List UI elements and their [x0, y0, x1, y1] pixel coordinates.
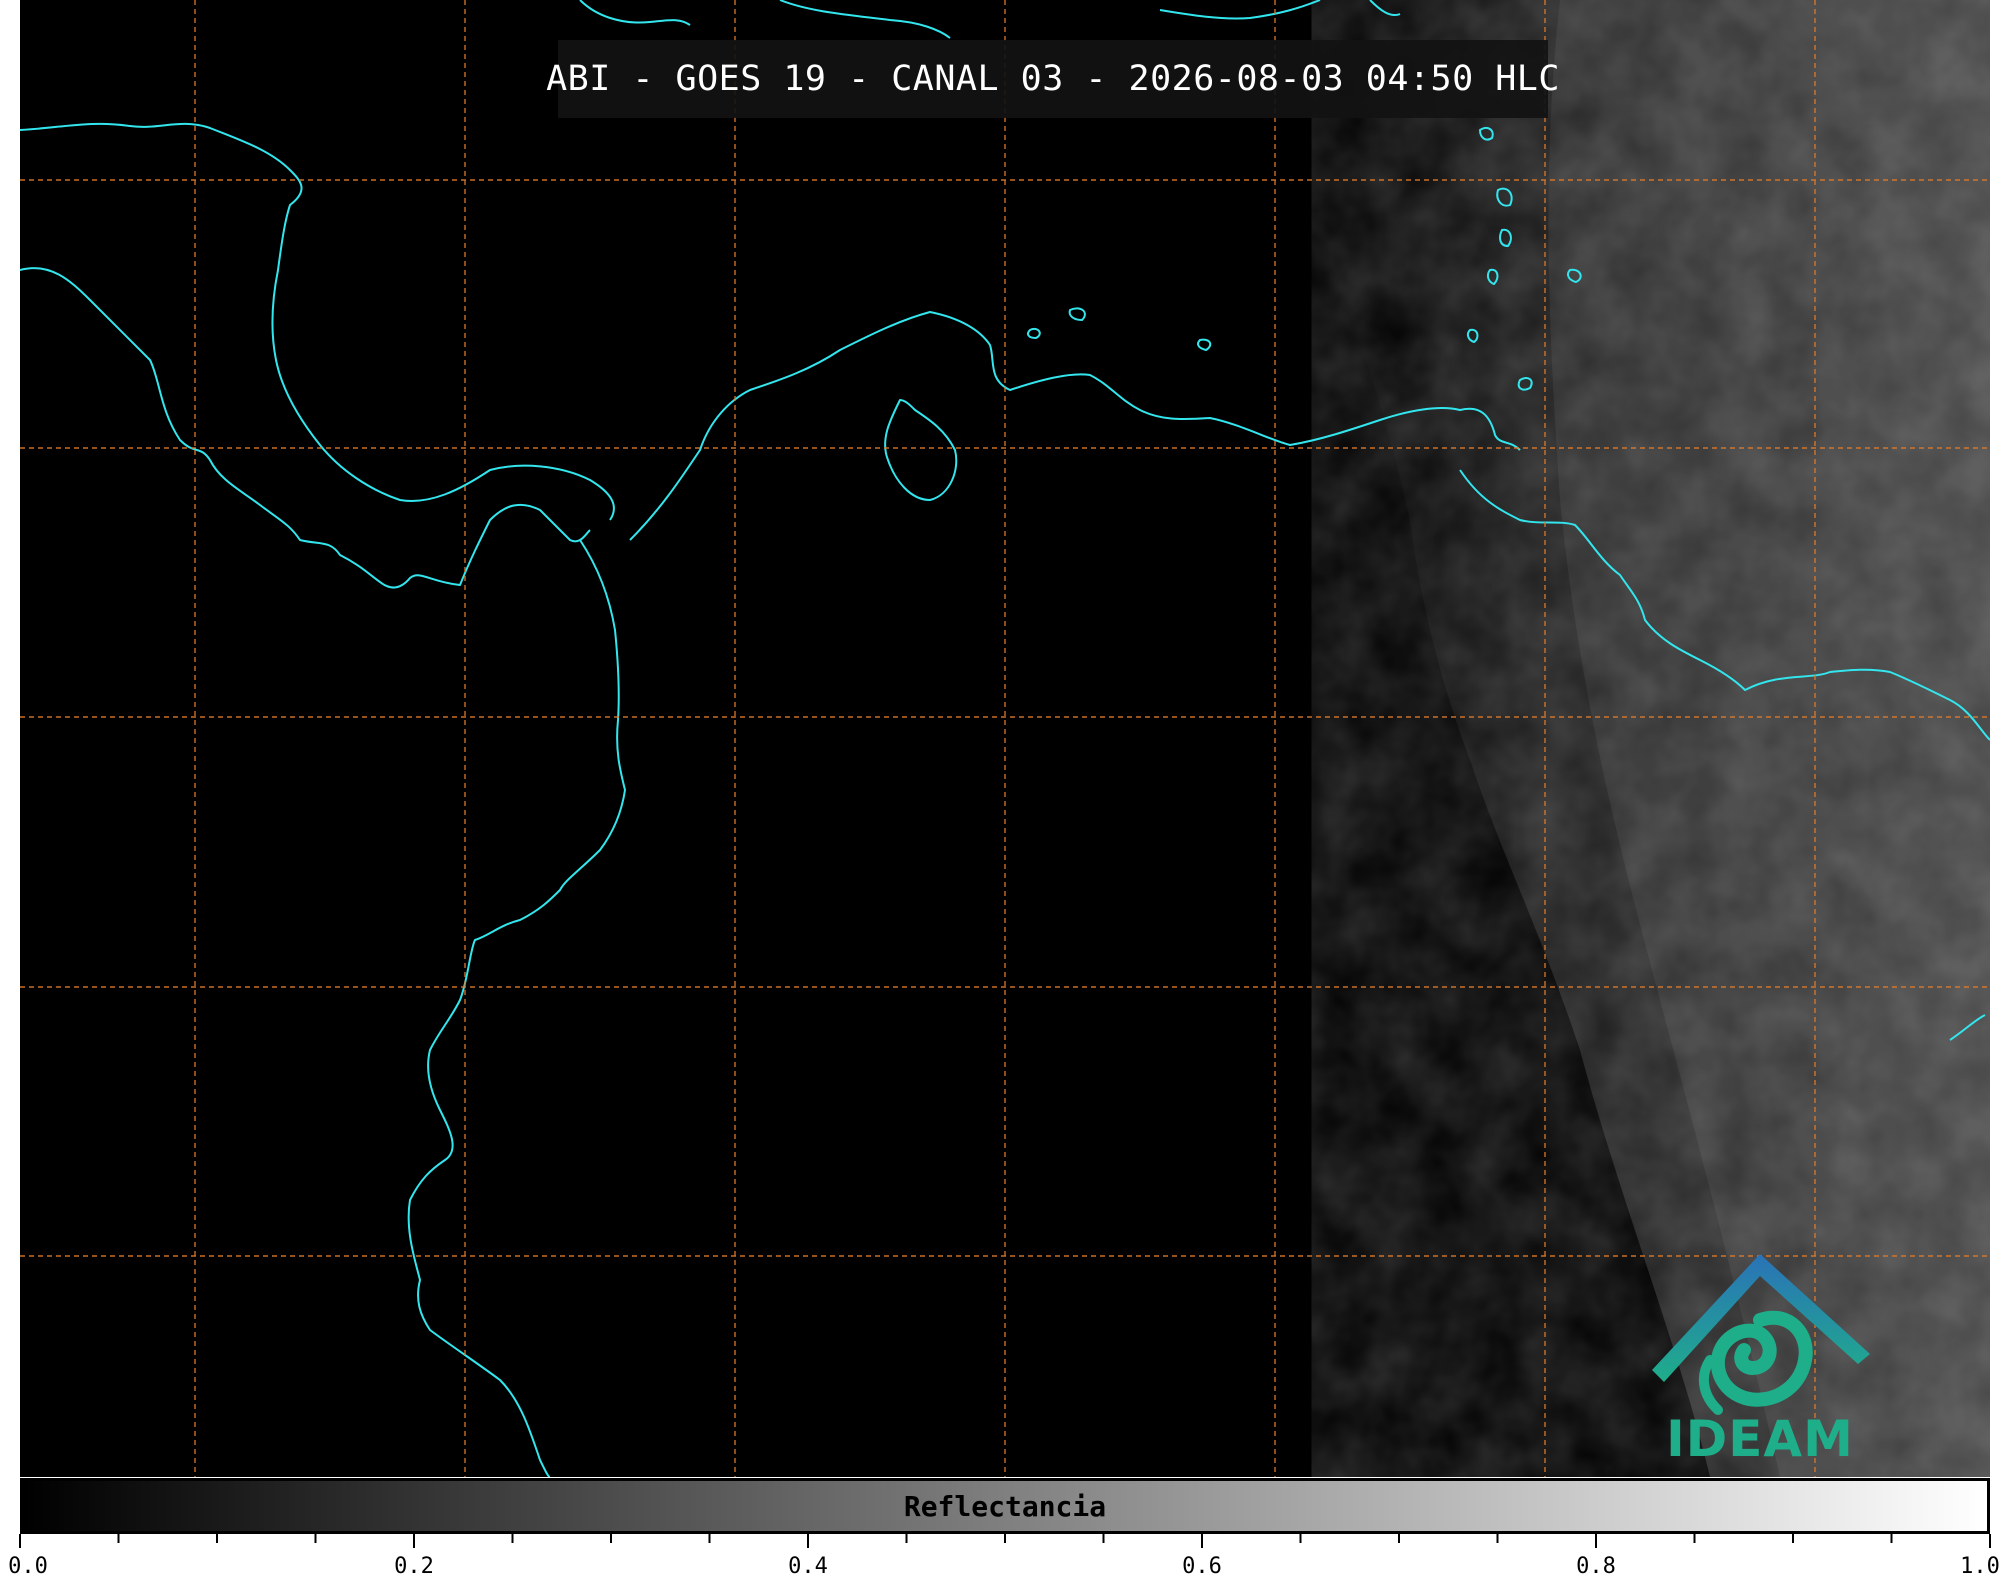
colorbar-ticks	[19, 1534, 1991, 1548]
colorbar-tick-label: 0.0	[8, 1554, 48, 1579]
colorbar-tick-label: 0.6	[1182, 1554, 1222, 1579]
colorbar-tick-label: 0.8	[1576, 1554, 1616, 1579]
ideam-logo-icon	[1652, 1254, 1870, 1415]
map-title: ABI - GOES 19 - CANAL 03 - 2026-08-03 04…	[546, 59, 1560, 99]
colorbar-tick-label: 0.2	[394, 1554, 434, 1579]
title-box: ABI - GOES 19 - CANAL 03 - 2026-08-03 04…	[546, 40, 1559, 118]
ideam-logo: IDEAM	[1640, 1250, 1880, 1475]
colorbar-label: Reflectancia	[903, 1489, 1107, 1523]
logo-text: IDEAM	[1666, 1410, 1854, 1468]
colorbar: Reflectancia	[20, 1478, 1990, 1534]
colorbar-tick-label: 1.0	[1960, 1554, 2000, 1579]
colorbar-tick-label: 0.4	[788, 1554, 828, 1579]
